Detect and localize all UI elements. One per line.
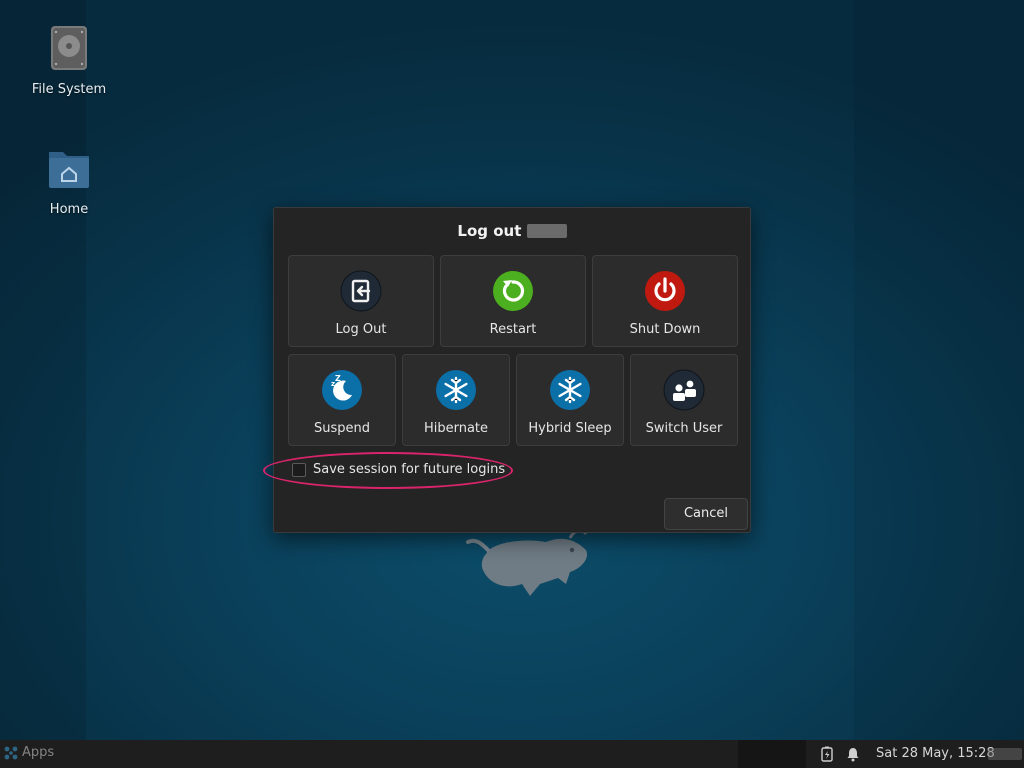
home-folder-icon bbox=[49, 152, 89, 188]
hybrid-sleep-button[interactable]: Hybrid Sleep bbox=[516, 354, 624, 446]
redacted-user-menu[interactable] bbox=[988, 748, 1022, 760]
redacted-username bbox=[526, 224, 567, 238]
desktop-shade-right bbox=[854, 0, 1024, 740]
hibernate-button[interactable]: Hibernate bbox=[402, 354, 510, 446]
snowflake-icon bbox=[436, 370, 476, 410]
power-icon bbox=[645, 271, 685, 311]
taskbar: Apps Sat 28 May, 15:28 bbox=[0, 740, 1024, 768]
desktop-shade-left bbox=[0, 0, 86, 740]
notifications-bell-icon[interactable] bbox=[846, 746, 860, 762]
suspend-button[interactable]: z Z Suspend bbox=[288, 354, 396, 446]
xfce-logo-icon bbox=[4, 746, 18, 759]
shut-down-button[interactable]: Shut Down bbox=[592, 255, 738, 347]
cancel-button[interactable]: Cancel bbox=[664, 498, 748, 530]
drive-icon bbox=[51, 26, 87, 70]
dialog-title-text: Log out bbox=[457, 222, 522, 240]
switch-user-icon bbox=[663, 369, 705, 411]
desktop-icon-label: Home bbox=[49, 202, 89, 217]
hybrid-sleep-label: Hybrid Sleep bbox=[528, 421, 612, 436]
dialog-title: Log out bbox=[274, 222, 750, 240]
log-out-label: Log Out bbox=[335, 322, 387, 337]
desktop-icon-label: File System bbox=[31, 82, 107, 97]
xfce-mouse-logo bbox=[466, 529, 588, 596]
suspend-label: Suspend bbox=[313, 421, 370, 436]
svg-text:Z: Z bbox=[335, 374, 341, 383]
snowflake-icon bbox=[550, 370, 590, 410]
workspace-switcher[interactable] bbox=[738, 740, 806, 768]
annotation-highlight-ellipse bbox=[263, 452, 513, 489]
desktop-icon-file-system[interactable]: File System bbox=[19, 24, 119, 97]
hibernate-label: Hibernate bbox=[423, 421, 489, 436]
suspend-moon-icon: z Z bbox=[322, 370, 362, 410]
log-out-icon bbox=[340, 270, 382, 312]
apps-menu-label: Apps bbox=[22, 745, 55, 760]
switch-user-label: Switch User bbox=[645, 421, 723, 436]
restart-label: Restart bbox=[489, 322, 537, 337]
desktop-icon-home[interactable]: Home bbox=[19, 144, 119, 217]
apps-menu-button[interactable]: Apps bbox=[4, 745, 54, 760]
switch-user-button[interactable]: Switch User bbox=[630, 354, 738, 446]
log-out-button[interactable]: Log Out bbox=[288, 255, 434, 347]
clock[interactable]: Sat 28 May, 15:28 bbox=[876, 746, 995, 761]
shut-down-label: Shut Down bbox=[629, 322, 701, 337]
battery-icon[interactable] bbox=[820, 746, 834, 762]
restart-button[interactable]: Restart bbox=[440, 255, 586, 347]
restart-icon bbox=[493, 271, 533, 311]
